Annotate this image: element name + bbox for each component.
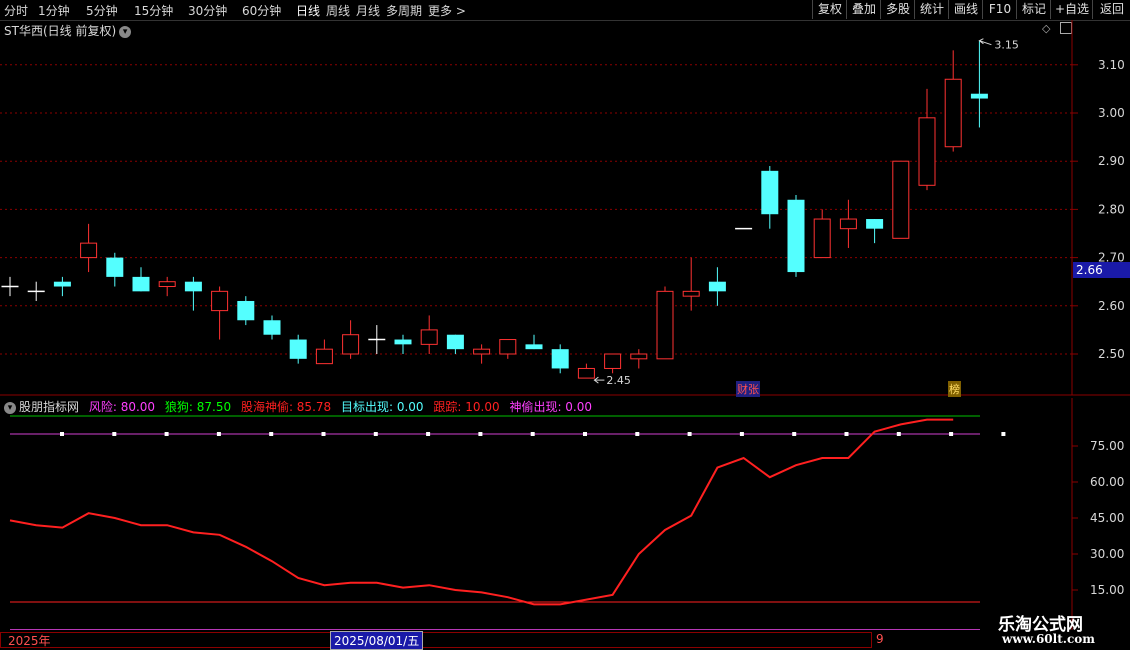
candle: [970, 40, 988, 128]
candle: [839, 199, 857, 248]
candle: [708, 267, 726, 306]
price-tick-label: 2.50: [1098, 347, 1125, 361]
risk-dot: [530, 432, 535, 436]
candle: [577, 363, 595, 379]
candle: [787, 194, 805, 277]
candle: [394, 334, 412, 354]
high-price-label: 3.15: [994, 39, 1019, 52]
date-track[interactable]: [0, 632, 872, 648]
risk-dot: [583, 432, 587, 436]
candle: [551, 344, 569, 374]
ind-tick-label: 45.00: [1090, 511, 1124, 525]
ind-tick-label: 60.00: [1090, 475, 1124, 489]
price-tick-label: 2.80: [1098, 202, 1125, 216]
candle: [473, 344, 491, 364]
candle: [420, 315, 438, 354]
candle: [682, 257, 700, 311]
candle: [158, 276, 176, 297]
year-label: 2025年: [8, 634, 51, 648]
candle: [263, 315, 281, 340]
candlestick-chart: 3.103.002.902.802.702.602.50 2.66 3.15 2…: [0, 20, 1130, 396]
candle: [446, 334, 464, 354]
thief-curve: [9, 418, 954, 606]
risk-dot: [60, 432, 64, 436]
low-arrow-icon: [593, 376, 605, 384]
ind-tick-label: 75.00: [1090, 439, 1124, 453]
indicator-chart: 75.00 60.00 45.00 30.00 15.00: [9, 398, 1124, 630]
candle: [342, 320, 360, 359]
candle: [525, 334, 543, 350]
candle: [499, 339, 517, 359]
price-tick-label: 3.00: [1098, 106, 1125, 120]
price-tick-label: 2.60: [1098, 299, 1125, 313]
ind-tick-label: 30.00: [1090, 547, 1124, 561]
risk-dot: [949, 432, 954, 436]
candle: [944, 50, 962, 152]
ind-tick-label: 15.00: [1090, 583, 1124, 597]
candle: [813, 209, 831, 259]
finance-marker[interactable]: 财张: [736, 381, 760, 397]
high-arrow-icon: [978, 38, 992, 46]
candle: [237, 296, 255, 326]
risk-dot: [216, 432, 221, 436]
risk-dot: [112, 432, 117, 436]
candle: [27, 281, 45, 301]
price-tick-label: 3.10: [1098, 58, 1125, 72]
candle: [315, 339, 333, 365]
risk-dot: [164, 432, 169, 436]
risk-dot: [426, 432, 431, 436]
candle: [368, 325, 386, 354]
candle: [604, 353, 622, 374]
risk-dot: [269, 432, 274, 436]
current-price-label: 2.66: [1076, 263, 1103, 277]
risk-dot: [321, 432, 326, 436]
risk-dot: [792, 432, 797, 436]
risk-dot: [687, 432, 692, 436]
candle: [289, 334, 307, 364]
rank-marker[interactable]: 榜: [948, 381, 961, 397]
candle: [106, 252, 124, 287]
candle: [918, 88, 936, 191]
risk-dot: [739, 432, 744, 436]
risk-dot: [844, 432, 849, 436]
risk-dot: [896, 432, 901, 436]
candle: [132, 267, 150, 292]
price-tick-label: 2.90: [1098, 154, 1125, 168]
candle: [80, 223, 98, 273]
candle: [761, 166, 779, 229]
candle: [184, 276, 202, 311]
risk-dot: [635, 432, 640, 436]
cursor-date-label: 2025/08/01/五: [330, 631, 424, 650]
candle: [892, 160, 910, 239]
candle: [630, 349, 648, 369]
date-marker: 9: [876, 632, 884, 646]
risk-dot: [1001, 432, 1006, 436]
candle: [656, 286, 674, 360]
risk-dot: [373, 432, 378, 436]
low-price-label: 2.45: [606, 374, 631, 387]
watermark-url: www.60lt.com: [1002, 632, 1095, 646]
risk-dot: [478, 432, 483, 436]
candle: [866, 219, 884, 244]
candle: [1, 276, 19, 297]
candle: [53, 276, 71, 297]
candle: [211, 286, 229, 340]
date-bar: 2025年 2025/08/01/五 9: [0, 630, 1130, 650]
